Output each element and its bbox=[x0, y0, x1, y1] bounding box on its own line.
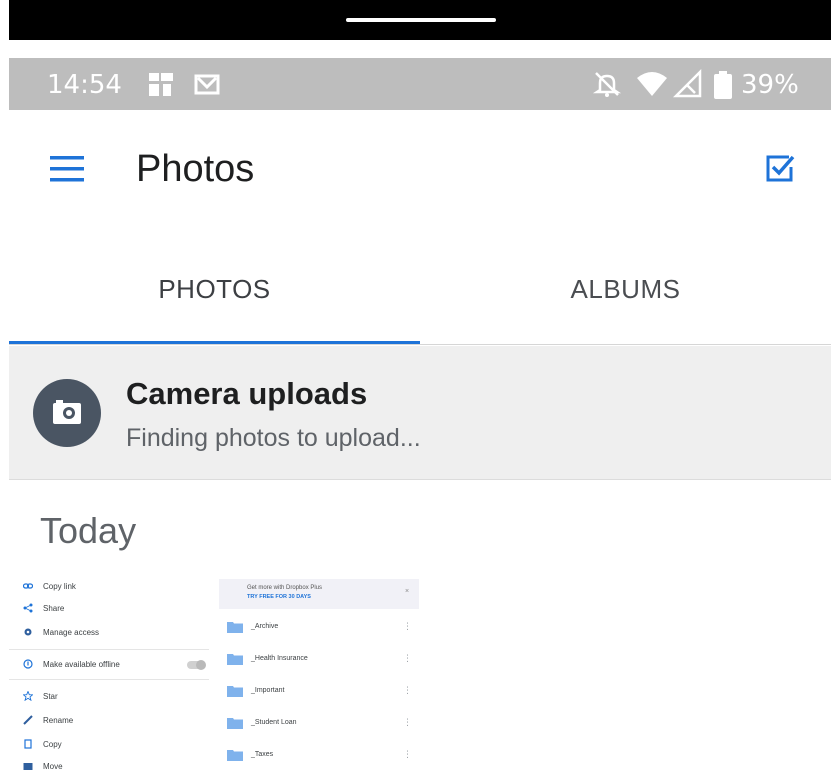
list-item-label: Copy bbox=[43, 739, 62, 749]
file-name: _Student Loan bbox=[251, 719, 297, 726]
list-item: _Archive ⋮ bbox=[227, 617, 417, 637]
file-name: _Health Insurance bbox=[251, 655, 308, 662]
tab-albums-label: ALBUMS bbox=[570, 274, 681, 304]
list-item-label: Copy link bbox=[43, 581, 76, 591]
promo-text: Get more with Dropbox Plus bbox=[247, 585, 323, 591]
tab-photos-label: PHOTOS bbox=[158, 274, 271, 304]
list-item: Rename bbox=[23, 715, 73, 725]
camera-uploads-status: Finding photos to upload... bbox=[126, 424, 421, 452]
offline-toggle bbox=[187, 660, 206, 670]
list-item-label: Move bbox=[43, 761, 63, 771]
star-icon bbox=[23, 691, 33, 701]
folder-icon bbox=[227, 654, 243, 665]
camera-uploads-title: Camera uploads bbox=[126, 376, 368, 411]
gesture-pill bbox=[346, 18, 496, 22]
menu-icon bbox=[50, 156, 84, 182]
menu-divider bbox=[9, 649, 209, 650]
list-item: Share bbox=[23, 603, 64, 613]
page-title: Photos bbox=[136, 148, 255, 190]
list-item-label: Share bbox=[43, 603, 65, 613]
list-item: Copy bbox=[23, 739, 62, 749]
more-icon: ⋮ bbox=[403, 621, 412, 631]
copy-icon bbox=[24, 739, 32, 749]
list-item: Manage access bbox=[23, 627, 99, 637]
offline-icon bbox=[23, 659, 33, 669]
list-item-label: Manage access bbox=[43, 627, 100, 637]
list-item-label: Rename bbox=[43, 715, 74, 725]
file-name: _Taxes bbox=[251, 751, 274, 758]
news-icon bbox=[149, 73, 173, 96]
list-item-label: Star bbox=[43, 691, 58, 701]
camera-icon bbox=[53, 400, 81, 424]
more-icon: ⋮ bbox=[403, 685, 412, 695]
section-title-today: Today bbox=[40, 510, 137, 551]
camera-uploads-banner[interactable]: Camera uploads Finding photos to upload.… bbox=[9, 346, 831, 480]
close-icon: × bbox=[405, 588, 410, 595]
list-item: _Important ⋮ bbox=[227, 681, 417, 701]
folder-icon bbox=[227, 750, 243, 761]
battery-percent: 39% bbox=[741, 70, 799, 100]
menu-button[interactable] bbox=[50, 154, 86, 184]
list-item: _Health Insurance ⋮ bbox=[227, 649, 417, 669]
more-icon: ⋮ bbox=[403, 717, 412, 727]
checkbox-icon bbox=[766, 155, 795, 182]
camera-avatar bbox=[33, 379, 101, 447]
tab-divider bbox=[9, 344, 831, 345]
tab-photos[interactable]: PHOTOS bbox=[9, 250, 420, 345]
system-top-bar bbox=[9, 0, 831, 40]
share-icon bbox=[23, 603, 33, 613]
folder-icon bbox=[227, 718, 243, 729]
list-item: Make available offline bbox=[23, 659, 120, 669]
status-bar: 14:54 39% bbox=[9, 58, 831, 110]
list-item: _Taxes ⋮ bbox=[227, 745, 417, 765]
list-item: Move bbox=[23, 761, 63, 771]
promo-cta: TRY FREE FOR 30 DAYS bbox=[247, 594, 311, 600]
more-icon: ⋮ bbox=[403, 749, 412, 759]
status-time: 14:54 bbox=[47, 70, 122, 100]
signal-icon bbox=[673, 69, 702, 98]
folder-move-icon bbox=[23, 763, 33, 770]
link-icon bbox=[23, 583, 33, 589]
promo-banner: Get more with Dropbox Plus TRY FREE FOR … bbox=[219, 579, 419, 609]
file-name: _Archive bbox=[251, 623, 279, 630]
mail-icon bbox=[194, 74, 220, 95]
select-button[interactable] bbox=[762, 150, 798, 186]
more-icon: ⋮ bbox=[403, 653, 412, 663]
list-item: Copy link bbox=[23, 581, 76, 591]
gear-icon bbox=[24, 628, 32, 636]
list-item: Star bbox=[23, 691, 58, 701]
battery-icon bbox=[714, 71, 732, 99]
wifi-icon bbox=[637, 72, 667, 96]
folder-icon bbox=[227, 622, 243, 633]
list-item-label: Make available offline bbox=[43, 659, 120, 669]
pencil-icon bbox=[23, 715, 33, 725]
menu-divider bbox=[9, 679, 209, 680]
folder-icon bbox=[227, 686, 243, 697]
tab-bar: PHOTOS ALBUMS bbox=[9, 250, 831, 345]
app-bar: Photos bbox=[0, 110, 831, 230]
bell-off-icon bbox=[592, 72, 622, 97]
file-name: _Important bbox=[251, 687, 285, 694]
photo-thumbnail[interactable]: Copy link Share Manage access Make avail… bbox=[9, 573, 429, 775]
tab-albums[interactable]: ALBUMS bbox=[420, 250, 831, 345]
list-item: _Student Loan ⋮ bbox=[227, 713, 417, 733]
